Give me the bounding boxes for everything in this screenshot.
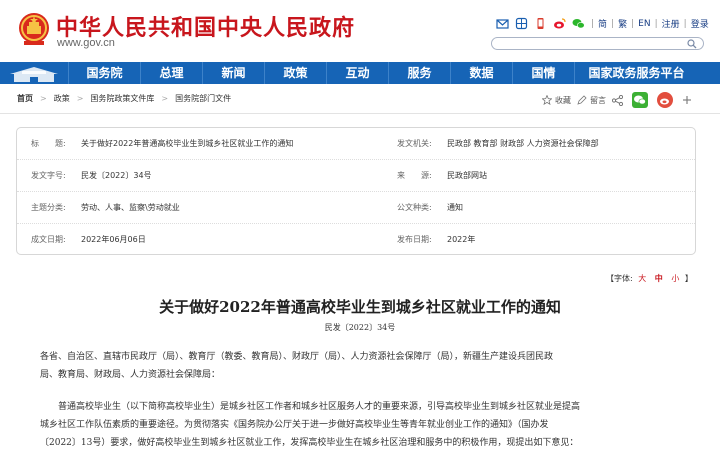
share-button[interactable]	[612, 94, 626, 106]
lang-traditional-link[interactable]: 繁	[618, 17, 627, 30]
info-row: 标 题: 关于做好2022年普通高校毕业生到城乡社区就业工作的通知 发文机关: …	[17, 128, 695, 160]
breadcrumb-separator: >	[76, 94, 84, 103]
docno-label: 发文字号:	[31, 171, 66, 180]
mobile-icon[interactable]	[534, 17, 547, 30]
subject-value: 劳动、人事、监察\劳动就业	[81, 203, 180, 212]
share-weibo-button[interactable]	[657, 92, 676, 108]
breadcrumb-department-docs[interactable]: 国务院部门文件	[175, 93, 231, 104]
paragraph-line: 各省、自治区、直辖市民政厅（局）、教育厅（教委、教育局）、财政厅（局）、人力资源…	[40, 352, 554, 362]
collect-button[interactable]: 收藏	[542, 95, 571, 106]
nav-item-national-info[interactable]: 国情	[512, 62, 574, 84]
written-date-value: 2022年06月06日	[81, 235, 146, 244]
publish-date-label: 发布日期:	[397, 235, 432, 244]
issuer-label: 发文机关:	[397, 139, 432, 148]
written-date-label: 成文日期:	[31, 235, 66, 244]
nav-item-premier[interactable]: 总理	[140, 62, 202, 84]
collect-label: 收藏	[555, 95, 571, 105]
search-input[interactable]	[491, 37, 704, 50]
breadcrumb-policy[interactable]: 政策	[54, 93, 70, 104]
breadcrumb-policy-library[interactable]: 国务院政策文件库	[90, 93, 154, 104]
publish-date-value: 2022年	[447, 235, 476, 244]
paragraph-line: 城乡社区工作队伍素质的重要途径。为贯彻落实《国务院办公厅关于进一步做好高校毕业生…	[40, 420, 549, 430]
article-paragraph: 各省、自治区、直辖市民政厅（局）、教育厅（教委、教育局）、财政厅（局）、人力资源…	[40, 348, 690, 384]
subject-label: 主题分类:	[31, 203, 66, 212]
national-emblem-icon[interactable]	[18, 11, 50, 47]
title-value: 关于做好2022年普通高校毕业生到城乡社区就业工作的通知	[81, 139, 294, 148]
share-icon	[612, 94, 623, 106]
page-tools: 收藏 留言	[542, 92, 701, 108]
title-label: 标 题:	[31, 139, 66, 148]
nav-item-data[interactable]: 数据	[450, 62, 512, 84]
grid-icon[interactable]	[515, 17, 528, 30]
share-wechat-button[interactable]	[632, 92, 651, 108]
font-size-label: 【字体:	[606, 274, 633, 283]
wechat-share-icon	[632, 92, 648, 108]
utility-bar: | 简 | 繁 | EN | 注册 | 登录	[496, 17, 713, 30]
weibo-icon[interactable]	[553, 17, 566, 30]
type-label: 公文种类:	[397, 203, 432, 212]
comment-button[interactable]: 留言	[577, 95, 606, 106]
wechat-icon[interactable]	[572, 17, 585, 30]
nav-item-policy[interactable]: 政策	[264, 62, 326, 84]
paragraph-line: 普通高校毕业生（以下简称高校毕业生）是城乡社区工作者和城乡社区服务人才的重要来源…	[40, 402, 581, 412]
info-row: 成文日期: 2022年06月06日 发布日期: 2022年	[17, 224, 695, 256]
font-size-small[interactable]: 小	[671, 274, 679, 283]
register-link[interactable]: 注册	[662, 17, 680, 30]
nav-item-interaction[interactable]: 互动	[326, 62, 388, 84]
divider: |	[654, 18, 658, 29]
info-row: 发文字号: 民发〔2022〕34号 来 源: 民政部网站	[17, 160, 695, 192]
divider: |	[683, 18, 687, 29]
mail-icon[interactable]	[496, 17, 509, 30]
paragraph-line: 局、教育局、财政局、人力资源社会保障局：	[40, 370, 221, 380]
font-size-large[interactable]: 大	[638, 274, 646, 283]
breadcrumb: 首页 > 政策 > 国务院政策文件库 > 国务院部门文件	[17, 93, 231, 104]
font-size-switcher: 【字体: 大 中 小 】	[606, 273, 693, 284]
breadcrumb-home[interactable]: 首页	[17, 93, 33, 104]
nav-item-service[interactable]: 服务	[388, 62, 450, 84]
breadcrumb-separator: >	[40, 94, 47, 103]
search-icon[interactable]	[687, 39, 697, 49]
font-size-close: 】	[684, 274, 693, 283]
source-value: 民政部网站	[447, 171, 487, 180]
site-url: www.gov.cn	[57, 37, 115, 49]
lang-en-link[interactable]: EN	[638, 19, 650, 29]
nav-item-guowuyuan[interactable]: 国务院	[68, 62, 140, 84]
article-title: 关于做好2022年普通高校毕业生到城乡社区就业工作的通知	[159, 298, 561, 316]
star-icon	[542, 95, 552, 105]
type-value: 通知	[447, 203, 463, 212]
font-size-medium[interactable]: 中	[655, 274, 663, 283]
issuer-value: 民政部 教育部 财政部 人力资源社会保障部	[447, 139, 599, 148]
divider: |	[611, 18, 615, 29]
nav-item-news[interactable]: 新闻	[202, 62, 264, 84]
document-info-table: 标 题: 关于做好2022年普通高校毕业生到城乡社区就业工作的通知 发文机关: …	[16, 127, 696, 255]
info-row: 主题分类: 劳动、人事、监察\劳动就业 公文种类: 通知	[17, 192, 695, 224]
paragraph-line: 〔2022〕13号）要求，做好高校毕业生到城乡社区就业工作，发挥高校毕业生在城乡…	[40, 438, 579, 448]
weibo-share-icon	[657, 92, 673, 108]
article-doc-number: 民发〔2022〕34号	[324, 323, 396, 332]
pencil-icon	[577, 95, 587, 105]
site-header: 中华人民共和国中央人民政府 www.gov.cn | 简 | 繁 | EN | …	[0, 0, 720, 62]
divider: |	[631, 18, 635, 29]
login-link[interactable]: 登录	[691, 17, 709, 30]
divider: |	[591, 18, 595, 29]
plus-icon	[683, 96, 691, 104]
source-label: 来 源:	[397, 171, 432, 180]
tiananmen-logo-icon[interactable]	[0, 62, 68, 84]
nav-item-service-platform[interactable]: 国家政务服务平台	[574, 62, 698, 84]
nav-items: 国务院 总理 新闻 政策 互动 服务 数据 国情 国家政务服务平台	[68, 62, 698, 84]
comment-label: 留言	[590, 95, 606, 105]
article-paragraph: 普通高校毕业生（以下简称高校毕业生）是城乡社区工作者和城乡社区服务人才的重要来源…	[40, 398, 690, 452]
breadcrumb-separator: >	[161, 94, 169, 103]
breadcrumb-bar: 首页 > 政策 > 国务院政策文件库 > 国务院部门文件 收藏 留言	[0, 84, 720, 114]
more-share-button[interactable]	[682, 95, 695, 105]
main-nav: 国务院 总理 新闻 政策 互动 服务 数据 国情 国家政务服务平台	[0, 62, 720, 84]
docno-value: 民发〔2022〕34号	[81, 171, 152, 180]
lang-simplified-link[interactable]: 简	[598, 17, 607, 30]
